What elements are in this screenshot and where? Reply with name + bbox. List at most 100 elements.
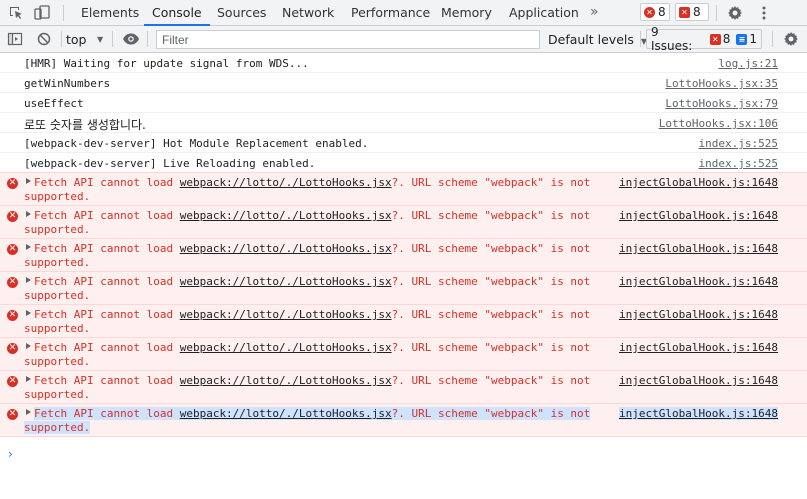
source-link[interactable]: injectGlobalHook.js:1648 (619, 209, 778, 222)
console-toolbar: top ▼ Default levels ▼ 9 Issues: ✕ 8 ≡ 1 (0, 25, 807, 53)
tab-application[interactable]: Application (509, 0, 579, 25)
tab-performance[interactable]: Performance (351, 0, 430, 25)
error-url-link[interactable]: webpack://lotto/./LottoHooks.jsx (180, 308, 392, 321)
more-options-icon[interactable] (755, 4, 773, 22)
error-suffix: ?. URL scheme "webpack" is not (391, 176, 591, 189)
device-toolbar-icon[interactable] (33, 4, 51, 22)
source-link[interactable]: log.js:21 (718, 57, 778, 70)
error-message-cont: supported. (24, 289, 91, 302)
source-link[interactable]: LottoHooks.jsx:79 (665, 97, 778, 110)
log-levels-label: Default levels (548, 32, 634, 47)
expand-triangle-icon[interactable] (26, 409, 31, 415)
log-levels-dropdown[interactable]: Default levels ▼ (548, 30, 647, 49)
error-prefix: Fetch API cannot load (34, 407, 180, 420)
more-tabs-button[interactable]: » (590, 0, 599, 25)
error-count-badge[interactable]: ✕ 8 (640, 3, 670, 21)
error-row: ✕ Fetch API cannot load webpack://lotto/… (0, 304, 807, 338)
error-suffix: ?. URL scheme "webpack" is not (391, 209, 591, 222)
log-message: [webpack-dev-server] Live Reloading enab… (24, 157, 316, 170)
error-message-cont: supported. (24, 190, 91, 203)
error-row: ✕ Fetch API cannot load webpack://lotto/… (0, 337, 807, 371)
error-row: ✕ Fetch API cannot load webpack://lotto/… (0, 271, 807, 305)
source-link[interactable]: LottoHooks.jsx:106 (659, 117, 778, 130)
eye-icon[interactable] (122, 30, 140, 48)
tab-sources[interactable]: Sources (217, 0, 266, 25)
expand-triangle-icon[interactable] (26, 310, 31, 316)
error-prefix: Fetch API cannot load (34, 374, 180, 387)
error-suffix: ?. URL scheme "webpack" is not (391, 275, 591, 288)
source-link[interactable]: index.js:525 (699, 157, 778, 170)
error-prefix: Fetch API cannot load (34, 275, 180, 288)
clear-console-icon[interactable] (35, 30, 53, 48)
settings-gear-icon[interactable] (726, 4, 744, 22)
error-url-link[interactable]: webpack://lotto/./LottoHooks.jsx (180, 176, 392, 189)
error-url-link[interactable]: webpack://lotto/./LottoHooks.jsx (180, 341, 392, 354)
source-link[interactable]: injectGlobalHook.js:1648 (619, 275, 778, 288)
error-row: ✕ Fetch API cannot load webpack://lotto/… (0, 172, 807, 206)
source-link[interactable]: injectGlobalHook.js:1648 (619, 176, 778, 189)
error-url-link[interactable]: webpack://lotto/./LottoHooks.jsx (180, 374, 392, 387)
tab-memory[interactable]: Memory (441, 0, 492, 25)
source-link[interactable]: index.js:525 (699, 137, 778, 150)
error-row-selected: ✕ Fetch API cannot load webpack://lotto/… (0, 403, 807, 437)
expand-triangle-icon[interactable] (26, 211, 31, 217)
source-link[interactable]: injectGlobalHook.js:1648 (619, 242, 778, 255)
error-flag-icon: ✕ (679, 6, 690, 18)
tab-network[interactable]: Network (282, 0, 334, 25)
error-row: ✕ Fetch API cannot load webpack://lotto/… (0, 238, 807, 272)
error-url-link[interactable]: webpack://lotto/./LottoHooks.jsx (180, 407, 392, 420)
inspect-element-icon[interactable] (7, 4, 25, 22)
issues-error-count: 8 (722, 32, 731, 46)
source-link[interactable]: injectGlobalHook.js:1648 (619, 308, 778, 321)
expand-triangle-icon[interactable] (26, 343, 31, 349)
context-label: top (66, 32, 87, 47)
toolbar-divider (63, 5, 64, 21)
error-prefix: Fetch API cannot load (34, 341, 180, 354)
devtools-tab-bar: Elements Console Sources Network Perform… (0, 0, 807, 26)
log-row: 로또 숫자를 생성합니다. LottoHooks.jsx:106 (0, 113, 807, 133)
issues-label: 9 Issues: (651, 25, 693, 53)
warning-count: 8 (693, 5, 701, 19)
toolbar-divider (61, 31, 62, 47)
expand-triangle-icon[interactable] (26, 376, 31, 382)
toolbar-divider (147, 31, 148, 47)
error-url-link[interactable]: webpack://lotto/./LottoHooks.jsx (180, 209, 392, 222)
error-row: ✕ Fetch API cannot load webpack://lotto/… (0, 205, 807, 239)
console-settings-gear-icon[interactable] (782, 30, 800, 48)
error-suffix: ?. URL scheme "webpack" is not (391, 308, 591, 321)
error-message-cont: supported. (24, 355, 91, 368)
sidebar-toggle-icon[interactable] (6, 30, 24, 48)
source-link[interactable]: injectGlobalHook.js:1648 (619, 341, 778, 354)
warning-count-badge[interactable]: ✕ 8 (675, 3, 709, 21)
error-message-cont: supported. (24, 388, 91, 401)
log-message: 로또 숫자를 생성합니다. (24, 118, 146, 132)
error-icon: ✕ (7, 244, 18, 255)
tab-console[interactable]: Console (144, 0, 210, 26)
toolbar-divider (772, 31, 773, 47)
error-icon: ✕ (7, 376, 18, 387)
error-url-link[interactable]: webpack://lotto/./LottoHooks.jsx (180, 275, 392, 288)
expand-triangle-icon[interactable] (26, 277, 31, 283)
filter-input[interactable] (156, 30, 540, 49)
toolbar-divider (640, 31, 641, 47)
source-link[interactable]: injectGlobalHook.js:1648 (619, 407, 778, 420)
expand-triangle-icon[interactable] (26, 244, 31, 250)
error-suffix: ?. URL scheme "webpack" is not (391, 374, 591, 387)
source-link[interactable]: LottoHooks.jsx:35 (665, 77, 778, 90)
error-icon: ✕ (7, 211, 18, 222)
issues-info-count: 1 (749, 32, 758, 46)
error-url-link[interactable]: webpack://lotto/./LottoHooks.jsx (180, 242, 392, 255)
tab-elements[interactable]: Elements (81, 0, 139, 25)
issue-error-icon: ✕ (709, 33, 721, 45)
context-selector[interactable]: top ▼ (66, 30, 106, 49)
error-count: 8 (658, 5, 666, 19)
source-link[interactable]: injectGlobalHook.js:1648 (619, 374, 778, 387)
expand-triangle-icon[interactable] (26, 178, 31, 184)
log-row: [webpack-dev-server] Live Reloading enab… (0, 153, 807, 173)
error-message-cont: supported. (24, 256, 91, 269)
error-message-cont: supported. (24, 322, 91, 335)
console-prompt[interactable]: › (8, 447, 13, 461)
error-prefix: Fetch API cannot load (34, 242, 180, 255)
issues-button[interactable]: 9 Issues: ✕ 8 ≡ 1 (646, 25, 762, 53)
log-message: getWinNumbers (24, 77, 111, 90)
